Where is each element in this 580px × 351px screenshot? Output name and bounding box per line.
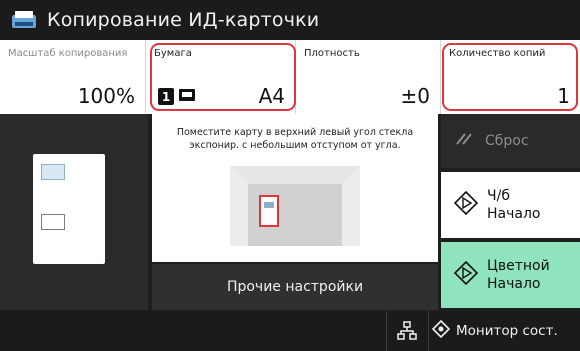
density-value: ±0 (400, 84, 430, 108)
reset-button[interactable]: Сброс (441, 114, 580, 168)
other-settings-button[interactable]: Прочие настройки (152, 264, 438, 310)
network-icon[interactable] (397, 321, 417, 345)
id-card-back-icon (41, 214, 65, 230)
instruction-panel: Поместите карту в верхний левый угол сте… (152, 114, 438, 262)
copies-highlight (442, 43, 578, 111)
monitor-label: Монитор сост. (456, 323, 558, 339)
status-separator (386, 311, 387, 351)
title-bar: Копирование ИД-карточки (0, 0, 580, 40)
copy-scale-value: 100% (77, 84, 135, 108)
scanner-glass-illustration (230, 166, 360, 246)
density-setting[interactable]: Плотность ±0 (296, 40, 441, 114)
reset-label: Сброс (485, 133, 529, 149)
reset-icon (455, 132, 473, 150)
page-title: Копирование ИД-карточки (47, 9, 320, 31)
density-label: Плотность (304, 48, 360, 59)
bw-start-line2: Начало (487, 206, 541, 222)
color-start-line1: Цветной (487, 258, 550, 274)
settings-row: Масштаб копирования 100% Бумага 1 A4 Пло… (0, 40, 580, 114)
copy-scale-label: Масштаб копирования (8, 48, 128, 59)
color-start-line2: Начало (487, 276, 541, 292)
status-monitor-button[interactable]: Монитор сост. (431, 311, 558, 351)
instruction-text: Поместите карту в верхний левый угол сте… (176, 127, 414, 151)
start-icon (453, 260, 479, 290)
layout-preview (0, 114, 148, 310)
status-bar: Монитор сост. (0, 311, 580, 351)
copy-scale-setting[interactable]: Масштаб копирования 100% (0, 40, 146, 114)
document-preview (33, 154, 105, 264)
color-start-button[interactable]: Цветной Начало (441, 242, 580, 308)
id-card-front-icon (41, 164, 65, 180)
copy-app-icon (11, 10, 37, 30)
status-separator (428, 311, 429, 351)
monitor-icon (431, 319, 451, 342)
paper-highlight (150, 43, 296, 111)
start-icon (453, 190, 479, 220)
bw-start-button[interactable]: Ч/б Начало (441, 172, 580, 238)
bw-start-line1: Ч/б (487, 188, 510, 204)
